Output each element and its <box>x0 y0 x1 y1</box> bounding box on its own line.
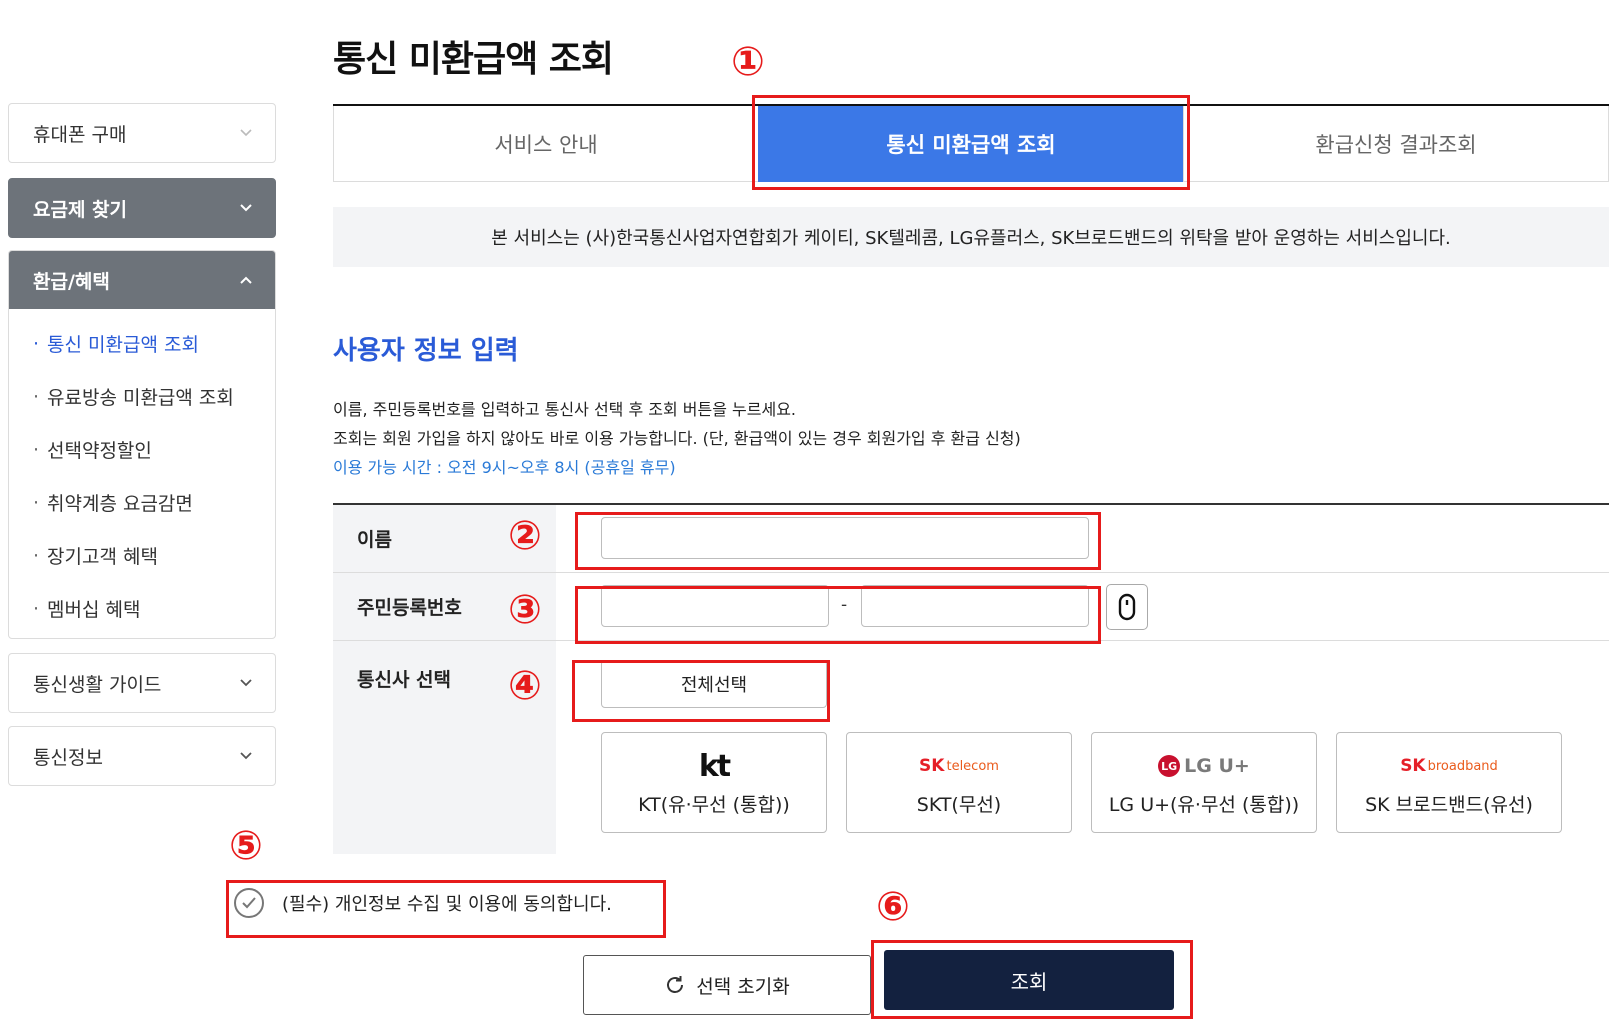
sidebar-menu-header[interactable]: 요금제 찾기 <box>9 179 275 237</box>
tab-refund-inquiry[interactable]: 통신 미환급액 조회 <box>758 106 1183 182</box>
carrier-name: SK 브로드밴드(유선) <box>1365 794 1533 816</box>
form-cell <box>556 505 1609 572</box>
check-circle-icon <box>234 888 264 918</box>
sidebar-item-paytv-refund[interactable]: · 유료방송 미환급액 조회 <box>33 370 275 423</box>
instructions: 이름, 주민등록번호를 입력하고 통신사 선택 후 조회 버튼을 누르세요. 조… <box>333 395 1021 482</box>
carrier-skb-button[interactable]: SK broadband SK 브로드밴드(유선) <box>1336 732 1562 833</box>
sk-logo-text: SK <box>919 756 945 776</box>
chevron-down-icon <box>240 679 252 687</box>
sidebar-item-label: 취약계층 요금감면 <box>47 493 193 515</box>
privacy-consent-label: (필수) 개인정보 수집 및 이용에 동의합니다. <box>282 894 612 915</box>
annotation-number-5: ⑤ <box>229 823 263 869</box>
sidebar-menu-header[interactable]: 환급/혜택 <box>9 251 275 309</box>
sidebar-item-label: 선택약정할인 <box>47 440 152 462</box>
sidebar-menu-telecom-info[interactable]: 통신정보 <box>8 726 276 786</box>
sidebar-item-membership-benefit[interactable]: · 멤버십 혜택 <box>33 582 275 635</box>
sidebar-item-label: 통신 미환급액 조회 <box>47 334 199 356</box>
instruction-line: 이름, 주민등록번호를 입력하고 통신사 선택 후 조회 버튼을 누르세요. <box>333 400 797 419</box>
rrn-front-input[interactable] <box>601 585 829 627</box>
annotation-number-1: ① <box>731 39 765 85</box>
sidebar-item-vulnerable-discount[interactable]: · 취약계층 요금감면 <box>33 476 275 529</box>
tab-bar: 서비스 안내 통신 미환급액 조회 환급신청 결과조회 <box>333 104 1609 182</box>
sidebar-menu-label: 환급/혜택 <box>33 270 110 293</box>
carrier-skt-button[interactable]: SK telecom SKT(무선) <box>846 732 1072 833</box>
form-cell: - <box>556 573 1609 640</box>
bullet: · <box>33 332 40 355</box>
annotation-number-4: ④ <box>508 663 542 709</box>
bullet: · <box>33 544 40 567</box>
reset-selection-button[interactable]: 선택 초기화 <box>583 955 871 1015</box>
refresh-icon <box>664 974 686 996</box>
carrier-name: LG U+(유·무선 (통합)) <box>1108 794 1300 816</box>
sidebar-menu-label: 통신정보 <box>33 746 103 769</box>
sidebar-menu-header[interactable]: 통신생활 가이드 <box>9 654 275 712</box>
sidebar-item-telecom-refund[interactable]: · 통신 미환급액 조회 <box>33 317 275 370</box>
name-input[interactable] <box>601 517 1089 559</box>
section-title: 사용자 정보 입력 <box>333 336 519 366</box>
carrier-lgu-button[interactable]: LG LG U+ LG U+(유·무선 (통합)) <box>1091 732 1317 833</box>
carrier-name: KT(유·무선 (통합)) <box>638 794 790 816</box>
sk-telecom-logo: SK telecom <box>919 748 999 784</box>
annotation-number-6: ⑥ <box>876 884 910 930</box>
sidebar-item-label: 멤버십 혜택 <box>47 599 141 621</box>
chevron-up-icon <box>240 276 252 284</box>
chevron-down-icon <box>240 752 252 760</box>
sidebar-item-contract-discount[interactable]: · 선택약정할인 <box>33 423 275 476</box>
sk-logo-tail: telecom <box>946 758 999 774</box>
sidebar-menu-header[interactable]: 휴대폰 구매 <box>9 104 275 162</box>
search-button[interactable]: 조회 <box>884 950 1174 1010</box>
sidebar-menu-header[interactable]: 통신정보 <box>9 727 275 785</box>
sidebar-submenu: · 통신 미환급액 조회 · 유료방송 미환급액 조회 · 선택약정할인 · 취약계층 … <box>9 309 275 641</box>
bullet: · <box>33 438 40 461</box>
service-hours: 이용 가능 시간 : 오전 9시~오후 8시 (공휴일 휴무) <box>333 458 676 477</box>
bullet: · <box>33 597 40 620</box>
rrn-separator: - <box>841 595 848 615</box>
carrier-name: SKT(무선) <box>916 794 1002 816</box>
mouse-icon <box>1118 593 1136 621</box>
chevron-down-icon <box>240 129 252 137</box>
sidebar-menu-label: 휴대폰 구매 <box>33 123 127 146</box>
lg-uplus-logo: LG LG U+ <box>1158 748 1250 784</box>
annotation-number-3: ③ <box>508 587 542 633</box>
service-notice-text: 본 서비스는 (사)한국통신사업자연합회가 케이티, SK텔레콤, LG유플러스… <box>491 228 1451 249</box>
sidebar-menu-refund-benefit[interactable]: 환급/혜택 · 통신 미환급액 조회 · 유료방송 미환급액 조회 · 선택약정할인 … <box>8 250 276 639</box>
sidebar-item-long-term-benefit[interactable]: · 장기고객 혜택 <box>33 529 275 582</box>
annotation-number-2: ② <box>508 513 542 559</box>
page-title: 통신 미환급액 조회 <box>333 39 614 80</box>
sidebar-menu-plan-search[interactable]: 요금제 찾기 <box>8 178 276 238</box>
bullet: · <box>33 385 40 408</box>
carrier-kt-button[interactable]: kt KT(유·무선 (통합)) <box>601 732 827 833</box>
chevron-down-icon <box>240 204 252 212</box>
sk-logo-text: SK <box>1400 756 1426 776</box>
instruction-line: 조회는 회원 가입을 하지 않아도 바로 이용 가능합니다. (단, 환급액이 … <box>333 429 1021 448</box>
sidebar-item-label: 장기고객 혜택 <box>47 546 158 568</box>
sidebar-menu-phone-purchase[interactable]: 휴대폰 구매 <box>8 103 276 163</box>
reset-selection-label: 선택 초기화 <box>696 975 790 998</box>
kt-logo-text: kt <box>698 748 731 784</box>
select-all-button[interactable]: 전체선택 <box>601 660 827 708</box>
sk-broadband-logo: SK broadband <box>1400 748 1498 784</box>
privacy-consent-checkbox[interactable]: (필수) 개인정보 수집 및 이용에 동의합니다. <box>234 888 612 918</box>
tab-refund-result[interactable]: 환급신청 결과조회 <box>1183 106 1609 182</box>
form-cell: 전체선택 kt KT(유·무선 (통합)) SK telecom SKT(무선) … <box>556 641 1609 854</box>
tab-service-guide[interactable]: 서비스 안내 <box>333 106 758 182</box>
sidebar-menu-label: 요금제 찾기 <box>33 198 128 221</box>
lg-logo-circle: LG <box>1158 755 1181 777</box>
bullet: · <box>33 491 40 514</box>
sidebar-menu-label: 통신생활 가이드 <box>33 673 162 696</box>
secure-keypad-button[interactable] <box>1106 584 1148 630</box>
sk-logo-tail: broadband <box>1427 758 1498 774</box>
kt-logo: kt <box>698 748 731 784</box>
sidebar-item-label: 유료방송 미환급액 조회 <box>47 387 234 409</box>
service-notice: 본 서비스는 (사)한국통신사업자연합회가 케이티, SK텔레콤, LG유플러스… <box>333 207 1609 267</box>
lg-logo-text: LG U+ <box>1184 755 1250 777</box>
rrn-back-input[interactable] <box>861 585 1089 627</box>
sidebar-menu-telecom-guide[interactable]: 통신생활 가이드 <box>8 653 276 713</box>
